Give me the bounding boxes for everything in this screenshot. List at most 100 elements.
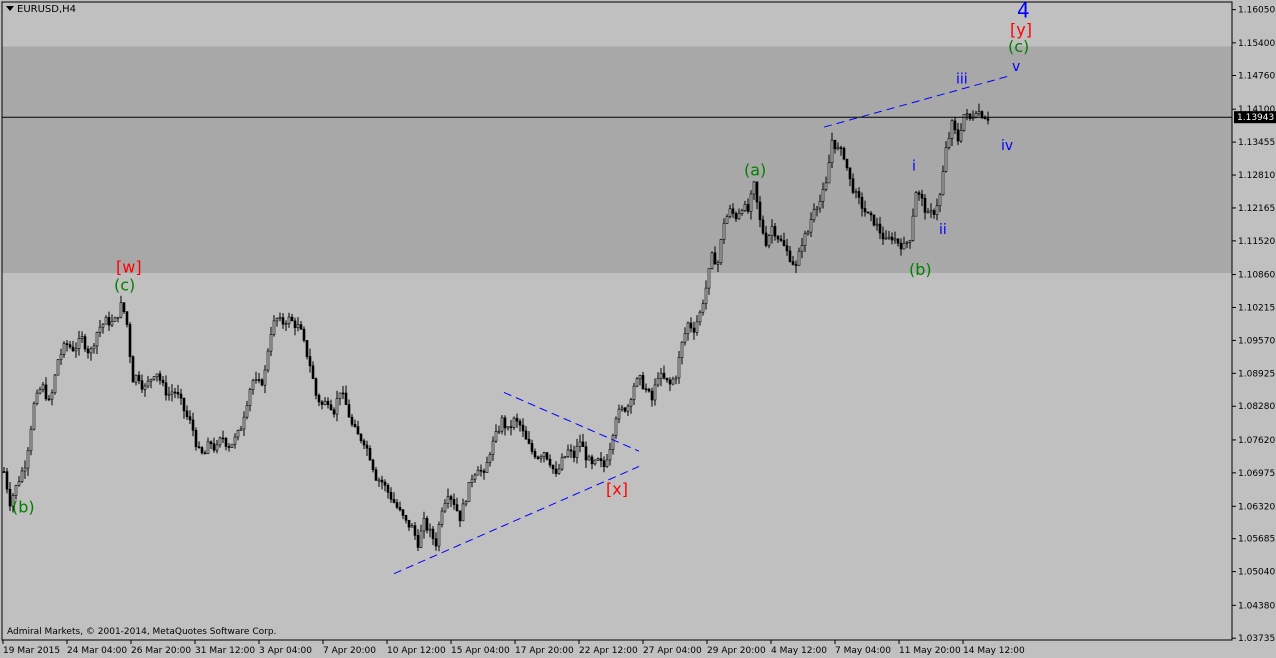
candle-body	[590, 456, 594, 465]
wave-label: ii	[939, 222, 947, 238]
candle-body	[752, 181, 756, 195]
candle-body	[755, 181, 759, 203]
candle-body	[440, 510, 444, 525]
candle-body	[731, 208, 735, 214]
symbol-text: EURUSD,H4	[17, 4, 77, 15]
candle-body	[518, 420, 522, 426]
candle-body	[860, 197, 864, 209]
candle-body	[494, 431, 498, 442]
candle-body	[740, 210, 744, 214]
candle-body	[308, 356, 312, 367]
candle-body	[329, 404, 333, 411]
candle-body	[278, 317, 282, 319]
candle-body	[269, 334, 273, 352]
candle-body	[566, 449, 570, 457]
copyright-text: Admiral Markets, © 2001-2014, MetaQuotes…	[7, 627, 277, 637]
candle-body	[242, 416, 246, 430]
candle-body	[65, 343, 69, 345]
price-chart[interactable]: (b)[w](c)[x](a)(b)iiiiiiivv(c)[y]4 1.1605…	[0, 0, 1276, 658]
candle-body	[923, 197, 927, 213]
candle-body	[584, 446, 588, 461]
candle-body	[974, 113, 978, 118]
candle-body	[230, 443, 234, 448]
candle-body	[458, 510, 462, 522]
candle-body	[521, 424, 525, 432]
candle-body	[365, 444, 369, 449]
candle-body	[311, 365, 315, 379]
candle-body	[776, 235, 780, 240]
candle-body	[614, 418, 618, 436]
candle-body	[968, 113, 972, 119]
candle-body	[146, 380, 150, 387]
candle-body	[314, 378, 318, 396]
candle-body	[899, 242, 903, 250]
candle-body	[92, 345, 96, 350]
y-tick-label: 1.12165	[1238, 204, 1275, 214]
candle-body	[983, 117, 987, 120]
candle-body	[881, 232, 885, 240]
candle-body	[827, 162, 831, 184]
candle-body	[185, 410, 189, 417]
candle-body	[710, 252, 714, 269]
candle-body	[956, 129, 960, 142]
x-tick-label: 10 Apr 12:00	[387, 646, 446, 656]
candle-body	[461, 503, 465, 522]
candle-body	[536, 456, 540, 459]
candle-body	[746, 204, 750, 212]
candle-body	[578, 441, 582, 447]
candle-body	[404, 515, 408, 521]
candle-body	[602, 460, 606, 468]
y-tick-label: 1.04380	[1238, 601, 1275, 611]
candle-body	[641, 375, 645, 390]
candle-body	[863, 208, 867, 213]
candle-body	[890, 236, 894, 241]
candle-body	[497, 430, 501, 433]
candle-body	[797, 250, 801, 266]
candle-body	[524, 430, 528, 440]
candle-body	[152, 376, 156, 380]
candle-body	[893, 238, 897, 241]
candle-body	[947, 138, 951, 148]
candle-body	[512, 417, 516, 428]
candle-body	[410, 525, 414, 528]
candle-body	[173, 391, 177, 394]
candle-body	[431, 528, 435, 540]
candle-body	[59, 354, 63, 361]
candle-body	[854, 191, 858, 193]
candle-body	[791, 261, 795, 265]
candle-body	[302, 328, 306, 341]
candle-body	[743, 204, 747, 211]
candle-body	[704, 287, 708, 304]
candle-body	[371, 459, 375, 471]
candle-body	[434, 538, 438, 547]
candle-body	[41, 384, 45, 390]
candle-body	[260, 379, 264, 386]
candle-body	[632, 385, 636, 400]
candle-body	[206, 441, 210, 454]
candle-body	[413, 525, 417, 536]
candle-body	[101, 323, 105, 328]
candle-body	[386, 484, 390, 493]
candle-body	[299, 324, 303, 330]
candle-body	[281, 317, 285, 325]
candle-body	[902, 242, 906, 250]
candle-body	[767, 235, 771, 246]
candle-body	[353, 424, 357, 427]
candle-body	[482, 470, 486, 473]
candle-body	[170, 391, 174, 395]
candle-body	[932, 210, 936, 215]
candle-body	[872, 214, 876, 226]
y-tick-label: 1.05685	[1238, 535, 1275, 545]
candle-body	[266, 350, 270, 371]
y-tick-label: 1.16050	[1238, 6, 1275, 16]
wave-label: [w]	[116, 258, 142, 277]
candle-body	[560, 457, 564, 470]
candle-body	[569, 449, 573, 452]
candle-body	[857, 191, 861, 198]
candle-body	[116, 316, 120, 319]
candle-body	[920, 194, 924, 199]
candle-body	[488, 454, 492, 463]
candle-body	[275, 318, 279, 322]
candle-body	[818, 200, 822, 209]
candle-body	[701, 303, 705, 313]
